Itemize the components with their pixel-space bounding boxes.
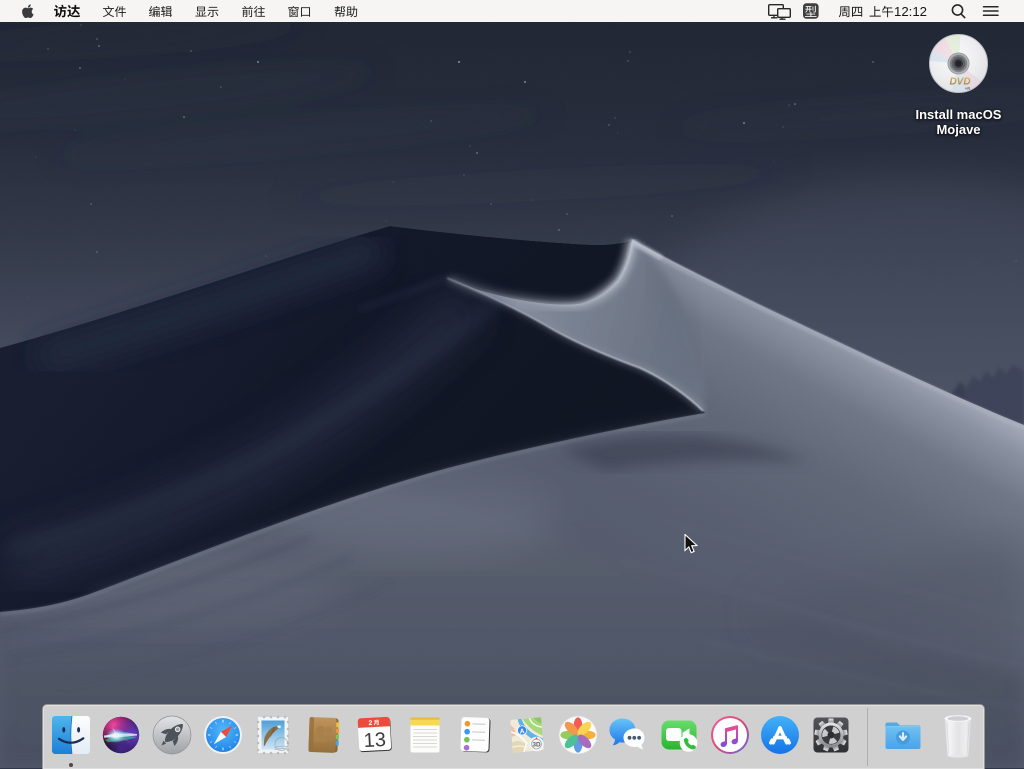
svg-text:13: 13	[363, 729, 386, 752]
svg-text:12:12: 12:12	[894, 4, 927, 19]
svg-text:2: 2	[368, 720, 372, 727]
svg-text:+R: +R	[965, 86, 970, 91]
svg-text:3D: 3D	[532, 741, 541, 748]
svg-text:A: A	[519, 728, 525, 735]
